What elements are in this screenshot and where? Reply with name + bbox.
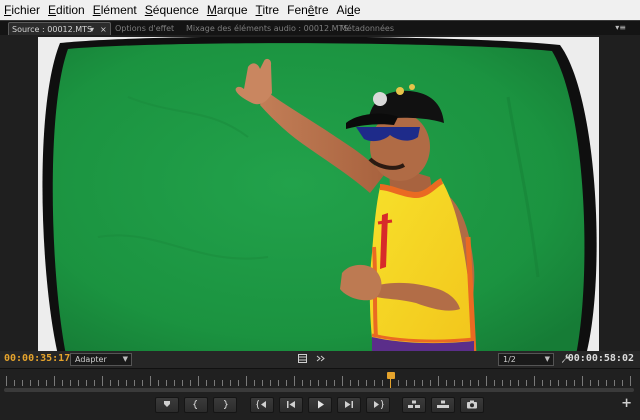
overwrite-icon [437,400,449,408]
add-marker-icon [164,401,170,407]
mark-out-button[interactable] [213,397,237,413]
playhead-icon[interactable] [387,372,395,379]
tab-source-label: Source : 00012.MTS [12,25,93,34]
mark-out-icon [223,400,228,409]
menu-aide[interactable]: Aide [333,0,365,20]
playback-resolution-select[interactable]: 1/2 ▼ [498,353,554,366]
step-back-icon [287,401,295,408]
fit-select-value: Adapter [75,355,107,364]
menu-bar: Fichier Edition Elément Séquence Marque … [0,0,640,20]
tab-source[interactable]: Source : 00012.MTS ▾ × [8,22,111,36]
add-marker-button[interactable] [155,397,179,413]
tab-metadata-label: Métadonnées [340,24,394,33]
zoom-scroll-bar[interactable] [4,388,634,392]
chevron-down-icon: ▼ [544,355,550,363]
tab-metadata[interactable]: Métadonnées [340,22,394,35]
go-to-in-button[interactable] [250,397,274,413]
film-icon[interactable] [298,354,307,366]
chevron-down-icon: ▼ [122,355,128,363]
button-editor-plus[interactable]: + [621,396,632,411]
panel-menu-icon[interactable]: ▾≡ [615,23,626,32]
menu-marque[interactable]: Marque [203,0,252,20]
tab-effect-options[interactable]: Options d'effet [115,22,174,35]
insert-icon [408,400,420,408]
go-to-out-icon [374,400,384,409]
play-button[interactable] [308,397,332,413]
tab-audio-mixer-label: Mixage des éléments audio : 00012.MTS [186,24,349,33]
menu-fenetre[interactable]: Fenêtre [283,0,332,20]
tab-effect-options-label: Options d'effet [115,24,175,33]
fit-select[interactable]: Adapter ▼ [70,353,132,366]
menu-fichier[interactable]: Fichier [0,0,44,20]
panel-tab-row: Source : 00012.MTS ▾ × Options d'effet M… [0,20,640,36]
export-frame-button[interactable] [460,397,484,413]
camera-icon [467,400,477,409]
tab-audio-mixer[interactable]: Mixage des éléments audio : 00012.MTS [186,22,349,35]
step-forward-icon [345,401,353,408]
play-icon [317,400,324,409]
go-to-in-icon [256,400,266,409]
menu-titre[interactable]: Titre [252,0,284,20]
insert-button[interactable] [402,397,426,413]
resolution-select-value: 1/2 [503,355,516,364]
mark-in-button[interactable] [184,397,208,413]
step-back-button[interactable] [279,397,303,413]
video-frame [38,37,599,351]
overwrite-button[interactable] [431,397,455,413]
menu-element[interactable]: Elément [89,0,141,20]
menu-edition[interactable]: Edition [44,0,89,20]
mark-in-icon [193,400,198,409]
time-ruler-ticks [6,376,631,386]
go-to-out-button[interactable] [366,397,390,413]
menu-sequence[interactable]: Séquence [141,0,203,20]
export-frame-icon[interactable] [316,354,326,366]
current-timecode[interactable]: 00:00:35:17 [4,353,70,364]
duration-timecode: 00:00:58:02 [567,353,634,364]
step-forward-button[interactable] [337,397,361,413]
video-frame-image [38,37,599,351]
playhead-line [390,379,391,388]
